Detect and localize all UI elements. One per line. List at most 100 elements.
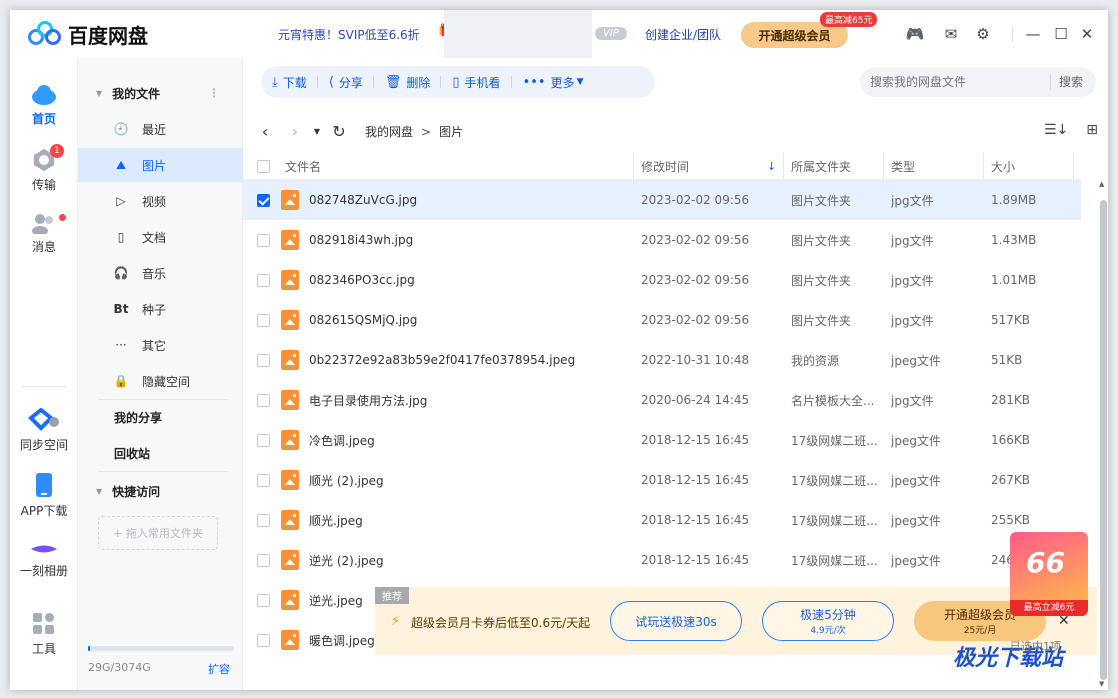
grid-view-icon[interactable]: ⊞ <box>1086 122 1098 138</box>
table-row[interactable]: 082346PO3cc.jpg 2023-02-02 09:56 图片文件夹 jpg文… <box>243 260 1081 300</box>
tree-item-torrent[interactable]: Bt 种子 <box>78 292 243 326</box>
row-checkbox[interactable] <box>257 380 270 420</box>
cell-filename[interactable]: 082918i43wh.jpg <box>309 220 413 260</box>
scrollbar[interactable]: ▲ ▼ <box>1099 180 1107 690</box>
scroll-up-icon[interactable]: ▲ <box>1099 180 1104 188</box>
image-file-icon <box>281 540 299 580</box>
nav-tools[interactable]: 工具 <box>10 612 78 657</box>
cell-filename[interactable]: 逆光 (2).jpeg <box>309 540 384 580</box>
speed-5min-button[interactable]: 极速5分钟 4.9元/次 <box>762 601 894 641</box>
create-enterprise-link[interactable]: 创建企业/团队 <box>645 26 721 43</box>
back-icon[interactable]: ‹ <box>257 122 273 141</box>
selection-status: 已选中1项 <box>1010 640 1061 653</box>
col-modified[interactable]: 修改时间 <box>641 152 689 180</box>
refresh-icon[interactable]: ↻ <box>331 122 347 141</box>
table-row[interactable]: 逆光 (2).jpeg 2018-12-15 16:45 17级网媒二班... jpe… <box>243 540 1081 580</box>
row-checkbox[interactable] <box>257 260 270 300</box>
table-row[interactable]: 冷色调.jpeg 2018-12-15 16:45 17级网媒二班... jpeg文件… <box>243 420 1081 460</box>
col-type[interactable]: 类型 <box>891 152 915 180</box>
tree-item-docs[interactable]: ▯ 文档 <box>78 220 243 254</box>
row-checkbox[interactable] <box>257 500 270 540</box>
cell-filename[interactable]: 082346PO3cc.jpg <box>309 260 415 300</box>
sort-desc-icon[interactable]: ↓ <box>767 152 776 180</box>
nav-app-download[interactable]: APP下载 <box>10 472 78 519</box>
nav-tools-label: 工具 <box>31 642 56 656</box>
tree-item-video[interactable]: ▷ 视频 <box>78 184 243 218</box>
share-button[interactable]: ⟨ 分享 <box>318 66 374 98</box>
nav-home[interactable]: 首页 <box>10 84 78 127</box>
nav-sync-space[interactable]: 同步空间 <box>10 408 78 453</box>
tree-quick-access[interactable]: ▼ 快捷访问 <box>78 474 243 508</box>
cell-folder: 17级网媒二班... <box>791 473 878 488</box>
tree-item-other[interactable]: ··· 其它 <box>78 328 243 362</box>
forward-icon[interactable]: › <box>287 122 303 141</box>
nav-album[interactable]: 一刻相册 <box>10 540 78 579</box>
tree-recycle-bin[interactable]: 回收站 <box>78 436 243 470</box>
minimize-icon[interactable]: — <box>1022 23 1044 45</box>
cell-filename[interactable]: 逆光.jpeg <box>309 580 363 620</box>
settings-icon[interactable]: ⚙ <box>972 23 994 45</box>
table-row[interactable]: 顺光 (2).jpeg 2018-12-15 16:45 17级网媒二班... jpe… <box>243 460 1081 500</box>
history-dropdown-icon[interactable]: ▼ <box>309 127 325 136</box>
download-button[interactable]: ⤓ 下载 <box>261 66 318 98</box>
cell-filename[interactable]: 0b22372e92a83b59e2f0417fe0378954.jpeg <box>309 340 575 380</box>
col-folder[interactable]: 所属文件夹 <box>791 152 851 180</box>
cell-filename[interactable]: 电子目录使用方法.jpg <box>309 380 427 420</box>
sort-icon[interactable]: ☰↓ <box>1044 122 1068 138</box>
tree-item-hidden-space[interactable]: 🔒 隐藏空间 <box>78 364 243 398</box>
breadcrumb-root[interactable]: 我的网盘 <box>365 125 413 139</box>
vip-tag[interactable]: VIP <box>595 27 627 40</box>
col-size[interactable]: 大小 <box>991 152 1015 180</box>
row-checkbox[interactable] <box>257 420 270 460</box>
more-button[interactable]: ••• 更多 ▼ <box>512 66 595 98</box>
cell-filename[interactable]: 082748ZuVcG.jpg <box>309 180 417 220</box>
table-row[interactable]: 顺光.jpeg 2018-12-15 16:45 17级网媒二班... jpeg文件 2… <box>243 500 1081 540</box>
cell-filename[interactable]: 暖色调.jpeg <box>309 620 375 660</box>
mail-icon[interactable]: ✉ <box>940 23 962 45</box>
row-checkbox[interactable] <box>257 340 270 380</box>
scroll-down-icon[interactable]: ▼ <box>1099 680 1104 688</box>
game-icon[interactable]: 🎮 <box>904 23 926 45</box>
tree-item-images[interactable]: ⛰ 图片 <box>78 148 243 182</box>
row-checkbox[interactable] <box>257 460 270 500</box>
tree-my-share[interactable]: 我的分享 <box>78 400 243 434</box>
checkbox-box <box>257 159 270 173</box>
table-row[interactable]: 0b22372e92a83b59e2f0417fe0378954.jpeg 202… <box>243 340 1081 380</box>
table-row[interactable]: 082748ZuVcG.jpg 2023-02-02 09:56 图片文件夹 jpg文… <box>243 180 1081 220</box>
row-checkbox[interactable] <box>257 300 270 340</box>
scrollbar-thumb[interactable] <box>1100 200 1107 680</box>
search-button[interactable]: 搜索 <box>1050 74 1083 90</box>
tree-item-music[interactable]: 🎧 音乐 <box>78 256 243 290</box>
nav-transfer[interactable]: 传输 1 <box>10 144 78 193</box>
cell-filename[interactable]: 顺光 (2).jpeg <box>309 460 384 500</box>
promo-66-badge[interactable]: 66 最高立减6元 <box>1010 532 1088 616</box>
search-input[interactable] <box>860 75 1050 89</box>
cell-modified: 2022-10-31 10:48 <box>641 353 750 367</box>
cell-filename[interactable]: 冷色调.jpeg <box>309 420 375 460</box>
phone-view-button[interactable]: ▯ 手机看 <box>441 66 512 98</box>
trial-speed-button[interactable]: 试玩送极速30s <box>610 601 742 641</box>
maximize-icon[interactable]: ☐ <box>1050 23 1072 45</box>
promo-number: 66 <box>1026 546 1065 579</box>
row-checkbox[interactable] <box>257 540 270 580</box>
row-checkbox[interactable] <box>257 220 270 260</box>
close-icon[interactable]: ✕ <box>1076 23 1098 45</box>
table-row[interactable]: 082918i43wh.jpg 2023-02-02 09:56 图片文件夹 jpg文… <box>243 220 1081 260</box>
nav-messages[interactable]: 消息 <box>10 212 78 255</box>
select-all-checkbox[interactable] <box>257 152 270 180</box>
table-row[interactable]: 电子目录使用方法.jpg 2020-06-24 14:45 名片模板大全... jpg… <box>243 380 1081 420</box>
kebab-icon[interactable]: ⋮ <box>208 86 220 100</box>
row-checkbox[interactable] <box>257 620 270 660</box>
promo-link[interactable]: 元宵特惠！SVIP低至6.6折 <box>278 26 420 43</box>
row-checkbox[interactable] <box>257 580 270 620</box>
table-row[interactable]: 082615QSMjQ.jpg 2023-02-02 09:56 图片文件夹 jpg文… <box>243 300 1081 340</box>
cell-filename[interactable]: 顺光.jpeg <box>309 500 363 540</box>
tree-item-recent[interactable]: 🕘 最近 <box>78 112 243 146</box>
col-filename[interactable]: 文件名 <box>285 152 321 180</box>
delete-button[interactable]: 🗑 删除 <box>374 66 442 98</box>
drop-common-folder-zone[interactable]: + 拖入常用文件夹 <box>98 516 218 550</box>
cell-filename[interactable]: 082615QSMjQ.jpg <box>309 300 417 340</box>
row-checkbox[interactable] <box>257 180 270 220</box>
tree-my-files[interactable]: ▼ 我的文件 ⋮ <box>78 76 243 110</box>
expand-storage-link[interactable]: 扩容 <box>208 661 230 677</box>
